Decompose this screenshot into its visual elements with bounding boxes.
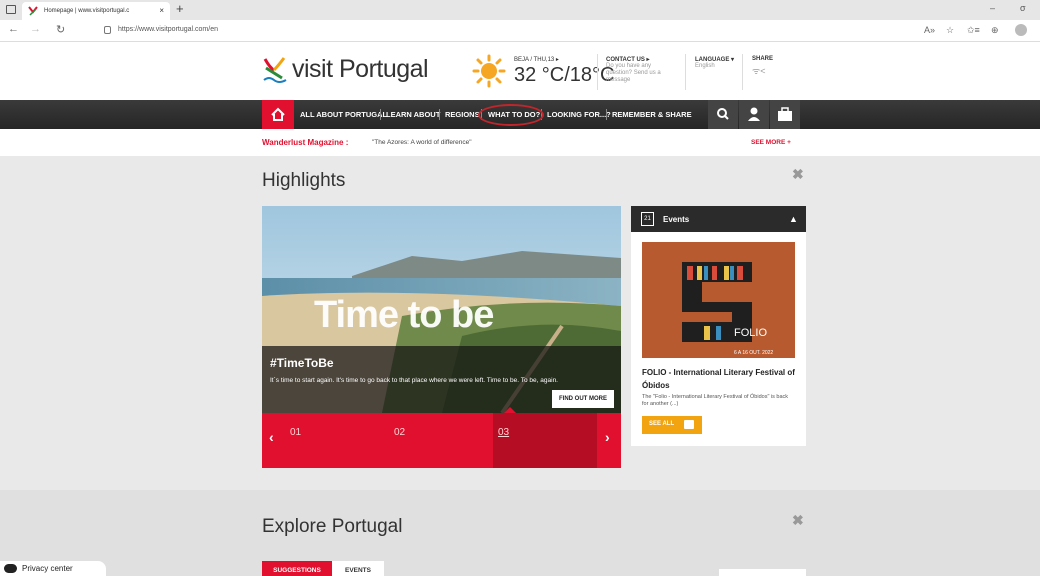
brand-name[interactable]: visit Portugal	[292, 55, 429, 84]
minimize-button[interactable]: –	[990, 3, 995, 13]
briefcase-icon	[778, 107, 792, 121]
travel-planner-button[interactable]	[770, 100, 800, 129]
close-explore-icon[interactable]: ✖	[792, 512, 804, 529]
slide-number-1[interactable]: 01	[290, 427, 301, 438]
sun-weather-icon	[472, 54, 506, 88]
slide-title: #TimeToBe	[270, 356, 334, 370]
slide-headline: Time to be	[314, 294, 494, 336]
privacy-center-button[interactable]: Privacy center	[0, 561, 106, 576]
calendar-icon: 21	[641, 212, 654, 226]
home-icon	[271, 107, 285, 121]
visitportugal-logo-icon[interactable]	[262, 56, 288, 84]
slide-number-3[interactable]: 03	[498, 427, 509, 438]
explore-section	[0, 490, 1040, 576]
contact-us-title[interactable]: CONTACT US ▸	[606, 56, 650, 63]
share-icon[interactable]: ᯤ<	[752, 64, 765, 77]
folio-festival-poster[interactable]: FOLIO 6 A 16 OUT. 2022	[642, 242, 795, 358]
search-button[interactable]	[708, 100, 738, 129]
window-menu-icon[interactable]	[6, 5, 16, 14]
read-aloud-icon[interactable]: A»	[924, 25, 935, 35]
events-title: Events	[663, 215, 690, 224]
site-header: visit Portugal BEJA / THU,13 ▸ 32 °C/18°…	[0, 42, 1040, 100]
event-name[interactable]: FOLIO - International Literary Festival …	[642, 366, 800, 392]
lock-icon[interactable]	[104, 26, 111, 34]
close-highlights-icon[interactable]: ✖	[792, 166, 804, 183]
refresh-icon[interactable]: ↻	[56, 23, 65, 36]
address-bar: ← → ↻ https://www.visitportugal.com/en A…	[0, 20, 1040, 42]
highlights-slider: Time to be #TimeToBe It´s time to start …	[262, 206, 621, 468]
url-field[interactable]: https://www.visitportugal.com/en	[118, 26, 218, 33]
tab-close-icon[interactable]: ×	[159, 2, 164, 20]
poster-date: 6 A 16 OUT. 2022	[734, 350, 773, 356]
events-header: 21 Events ▲	[631, 206, 806, 232]
divider	[742, 54, 743, 90]
divider	[685, 54, 686, 90]
events-panel: 21 Events ▲ FOLIO 6 A 16 OUT. 2022 FOLIO…	[631, 206, 806, 446]
restore-button[interactable]: σ	[1020, 3, 1026, 13]
slide-text: It´s time to start again. It's time to g…	[270, 377, 558, 384]
slider-navigation: ‹ 01 02 03 ›	[262, 413, 621, 468]
weather-temperature: 32 °C/18°C	[514, 64, 615, 86]
tab-suggestions[interactable]: SUGGESTIONS	[262, 561, 332, 576]
find-out-more-button[interactable]: FIND OUT MORE	[552, 390, 614, 408]
explore-filter-box[interactable]	[719, 569, 806, 576]
favorite-star-icon[interactable]: ☆	[946, 25, 954, 36]
share-title: SHARE	[752, 56, 774, 62]
nav-all-about-portugal[interactable]: ALL ABOUT PORTUGAL	[300, 110, 387, 119]
nav-separator	[439, 109, 440, 120]
nav-remember-share[interactable]: REMEMBER & SHARE	[612, 110, 692, 119]
poster-title: FOLIO	[734, 327, 767, 339]
see-all-label: SEE ALL	[649, 421, 675, 427]
divider	[597, 54, 598, 90]
favorites-list-icon[interactable]: ✩≡	[967, 25, 980, 36]
browser-tab[interactable]: Homepage | www.visitportugal.c ×	[22, 2, 170, 20]
weather-city[interactable]: BEJA / THU,13 ▸	[514, 56, 559, 63]
see-all-button[interactable]: SEE ALL	[642, 416, 702, 434]
browser-tab-bar: Homepage | www.visitportugal.c × + – σ	[0, 0, 1040, 20]
collapse-events-icon[interactable]: ▲	[781, 206, 806, 232]
new-tab-button[interactable]: +	[176, 1, 184, 16]
next-slide-icon[interactable]: ›	[605, 429, 610, 445]
news-strip: Wanderlust Magazine : "The Azores: A wor…	[0, 129, 1040, 156]
briefcase-icon	[684, 420, 694, 429]
forward-arrow-icon[interactable]: →	[30, 23, 41, 35]
nav-regions[interactable]: REGIONS	[445, 110, 480, 119]
user-icon	[748, 107, 760, 121]
search-icon	[717, 108, 729, 120]
contact-us-subtitle: Do you have any question? Send us a mess…	[606, 63, 661, 83]
see-more-link[interactable]: SEE MORE +	[751, 139, 791, 146]
visitportugal-favicon-icon	[28, 6, 38, 16]
explore-title: Explore Portugal	[262, 516, 403, 537]
language-selector[interactable]: LANGUAGE ▾	[695, 56, 734, 63]
annotation-circle	[478, 104, 544, 126]
slide-number-2[interactable]: 02	[394, 427, 405, 438]
tab-title: Homepage | www.visitportugal.c	[44, 8, 130, 14]
nav-learn-about[interactable]: LEARN ABOUT	[386, 110, 440, 119]
user-button[interactable]	[739, 100, 769, 129]
tab-events[interactable]: EVENTS	[332, 561, 384, 576]
news-text[interactable]: "The Azores: A world of difference"	[372, 139, 472, 146]
nav-looking-for[interactable]: LOOKING FOR...?	[547, 110, 611, 119]
language-value: English	[695, 63, 715, 69]
back-arrow-icon[interactable]: ←	[8, 23, 19, 35]
news-title: Wanderlust Magazine :	[262, 138, 349, 147]
slide-caption: #TimeToBe It´s time to start again. It's…	[262, 346, 621, 413]
event-description: The "Folio - International Literary Fest…	[642, 394, 789, 407]
prev-slide-icon[interactable]: ‹	[269, 429, 274, 445]
collections-icon[interactable]: ⊕	[991, 25, 999, 36]
nav-separator	[380, 109, 381, 120]
highlights-title: Highlights	[262, 170, 346, 191]
active-slide-marker	[493, 413, 597, 468]
privacy-label: Privacy center	[22, 564, 73, 573]
home-button[interactable]	[262, 100, 294, 129]
nav-separator	[606, 109, 607, 120]
privacy-toggle-icon	[4, 564, 17, 573]
profile-avatar-icon[interactable]	[1015, 24, 1027, 36]
